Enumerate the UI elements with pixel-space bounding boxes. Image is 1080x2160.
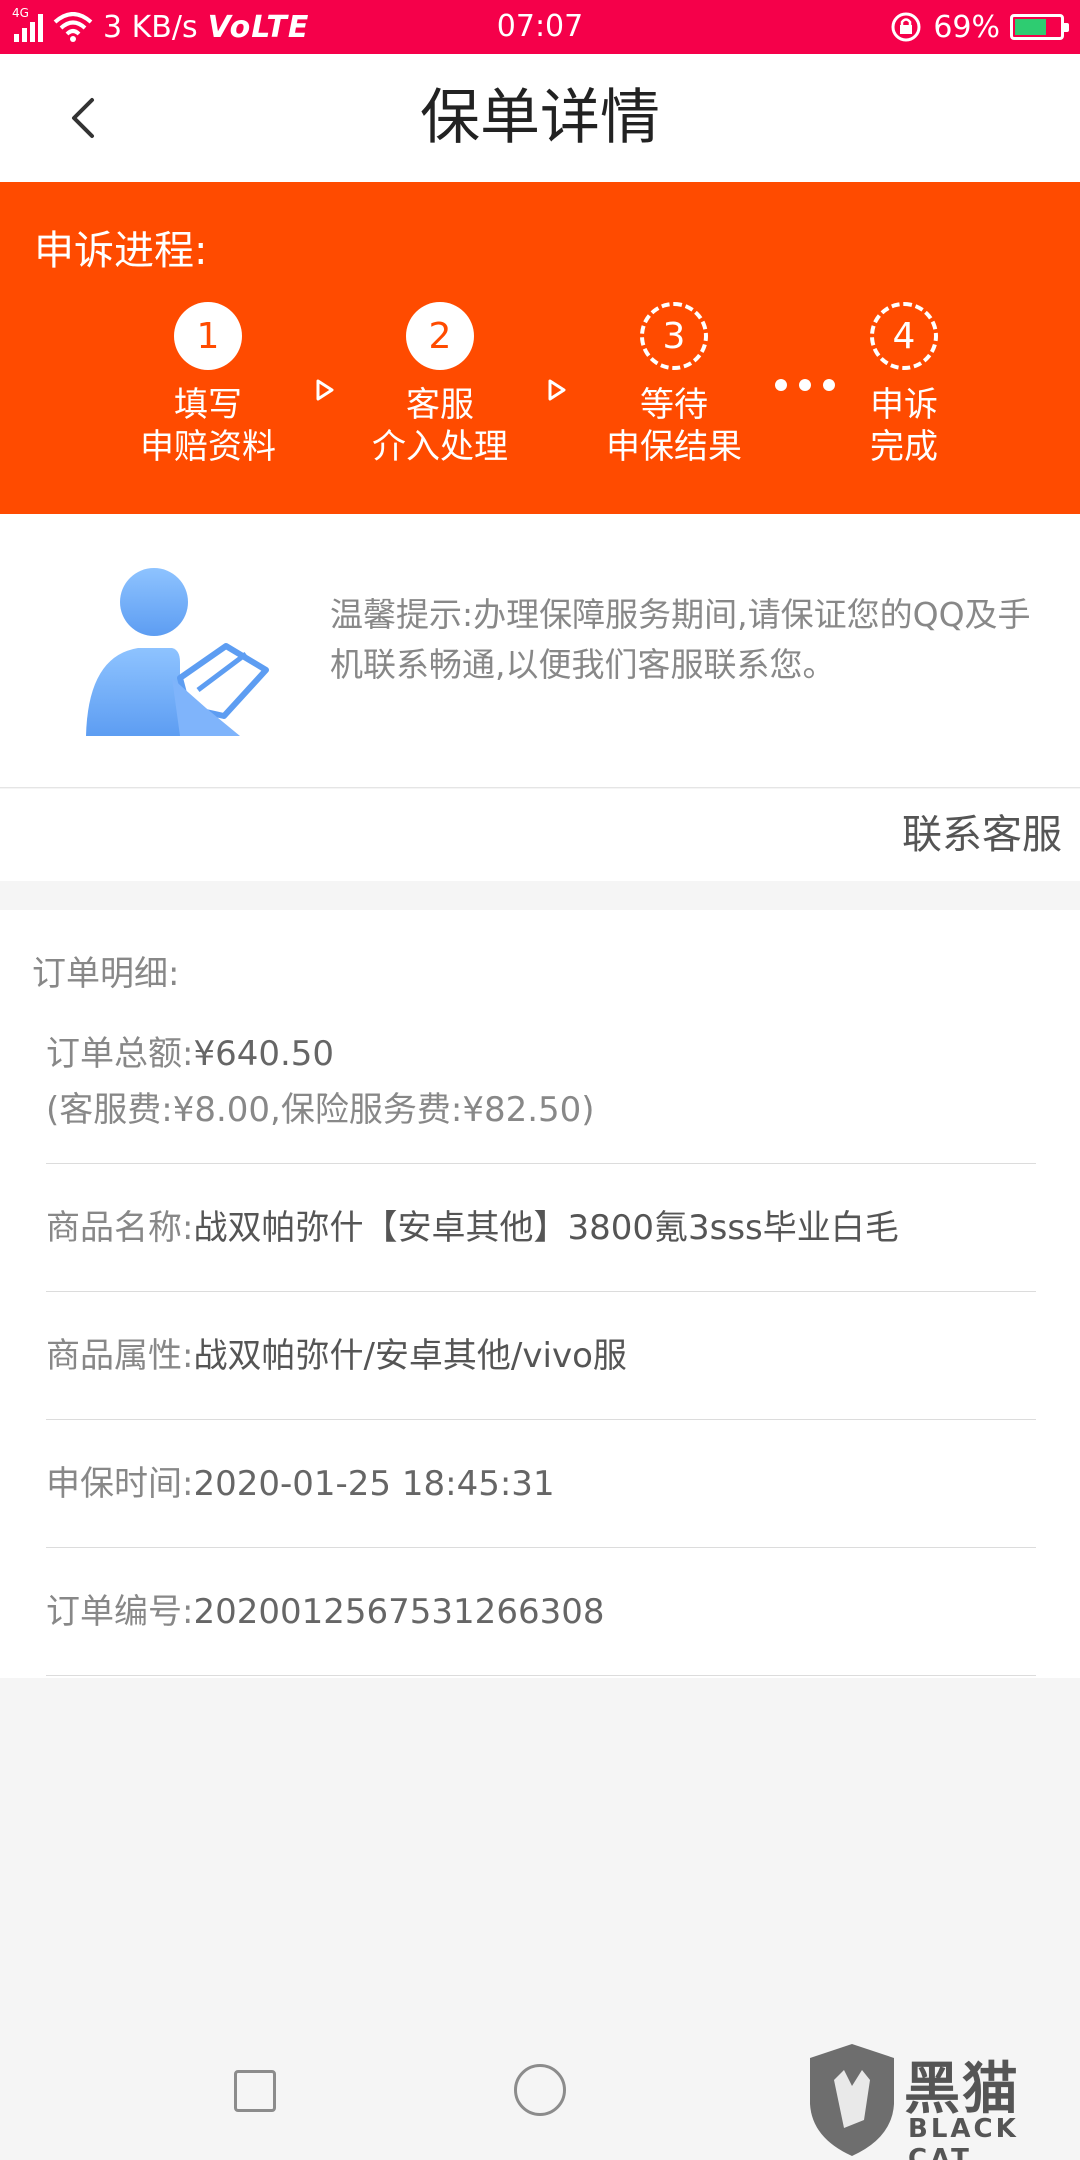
table-row: 商品名称:战双帕弥什【安卓其他】3800氪3sss毕业白毛 [46,1164,1036,1292]
watermark: 黑猫 BLACK CAT [804,2040,1074,2160]
step-label: 申保结果 [606,427,742,467]
row-value: 战双帕弥什【安卓其他】3800氪3sss毕业白毛 [193,1208,899,1248]
tip-section: 温馨提示:办理保障服务期间,请保证您的QQ及手机联系畅通,以便我们客服联系您。 [0,514,1080,788]
appeal-progress: 申诉进程: 1 填写 申赔资料 2 客服 介入处理 3 等待 申保结果 4 申诉… [0,182,1080,514]
navigation-bar: 黑猫 BLACK CAT [0,2020,1080,2160]
user-writing-icon [86,568,269,736]
order-total-value: ¥640.50 [193,1034,335,1074]
row-value: 2020-01-25 18:45:31 [193,1464,555,1504]
title-bar: 保单详情 [0,54,1080,182]
step-3: 3 等待 申保结果 [564,302,784,468]
status-bar: 4G 3 KB/s VoLTE 07:07 69% [0,0,1080,54]
step-1: 1 填写 申赔资料 [98,302,318,468]
contact-row: 联系客服 [0,789,1080,881]
step-label: 介入处理 [372,427,508,467]
row-label: 商品名称: [46,1208,194,1248]
order-total-row: 订单总额:¥640.50 (客服费:¥8.00,保险服务费:¥82.50) [46,1010,1036,1164]
watermark-subtext: BLACK CAT [908,2114,1019,2160]
step-number: 4 [870,302,938,370]
row-label: 商品属性: [46,1336,194,1376]
tip-text: 温馨提示:办理保障服务期间,请保证您的QQ及手机联系畅通,以便我们客服联系您。 [330,595,1031,684]
row-label: 订单编号: [46,1592,194,1632]
order-fees: (客服费:¥8.00,保险服务费:¥82.50) [46,1090,595,1130]
rotation-lock-icon [891,12,921,42]
step-label: 完成 [870,427,938,467]
step-4: 4 申诉 完成 [794,302,1014,468]
step-number: 3 [640,302,708,370]
row-label: 申保时间: [46,1464,194,1504]
order-details-heading: 订单明细: [32,954,180,994]
square-icon[interactable] [234,2070,276,2112]
page-title: 保单详情 [420,83,660,153]
circle-icon[interactable] [514,2064,566,2116]
table-row: 商品属性:战双帕弥什/安卓其他/vivo服 [46,1292,1036,1420]
step-label: 客服 [406,385,474,425]
table-row: 申保时间:2020-01-25 18:45:31 [46,1420,1036,1548]
order-total-label: 订单总额: [46,1034,194,1074]
contact-service-button[interactable]: 联系客服 [902,789,1062,881]
step-number: 2 [406,302,474,370]
step-label: 填写 [174,385,242,425]
row-value: 2020012567531266308 [193,1592,605,1632]
row-value: 战双帕弥什/安卓其他/vivo服 [193,1336,627,1376]
battery-percent: 69% [933,9,1000,45]
step-number: 1 [174,302,242,370]
step-2: 2 客服 介入处理 [330,302,550,468]
progress-title: 申诉进程: [34,228,208,274]
step-label: 申赔资料 [140,427,276,467]
watermark-text: 黑猫 [904,2057,1020,2122]
order-details: 订单明细: 订单总额:¥640.50 (客服费:¥8.00,保险服务费:¥82.… [0,910,1080,1678]
battery-icon [1010,14,1069,40]
table-row: 订单编号:2020012567531266308 [46,1548,1036,1676]
step-label: 申诉 [870,385,938,425]
black-cat-shield-icon [810,2044,894,2156]
step-label: 等待 [640,385,708,425]
